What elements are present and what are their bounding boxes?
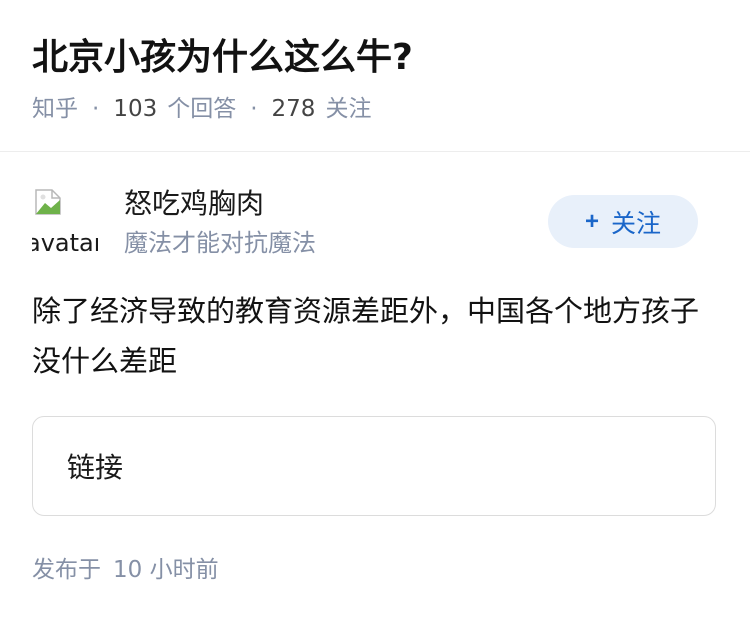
separator-dot: · xyxy=(92,96,100,122)
answer-content: 除了经济导致的教育资源差距外，中国各个地方孩子没什么差距 xyxy=(32,294,700,378)
follow-button[interactable]: + 关注 xyxy=(548,195,698,248)
publish-time: 发布于 10 小时前 xyxy=(32,553,219,587)
follow-button-label: 关注 xyxy=(611,209,662,238)
question-meta: 知乎 · 103 个回答 · 278 关注 xyxy=(32,92,371,126)
answer-count: 103 xyxy=(113,96,158,122)
link-card-label: 链接 xyxy=(67,451,124,484)
question-title[interactable]: 北京小孩为什么这么牛? xyxy=(32,36,413,80)
follower-count: 278 xyxy=(271,96,316,122)
plus-icon: + xyxy=(584,207,599,235)
author-name[interactable]: 怒吃鸡胸肉 xyxy=(124,186,264,222)
separator-dot: · xyxy=(250,96,258,122)
broken-image-icon xyxy=(35,189,61,215)
answer-count-label: 个回答 xyxy=(167,96,237,122)
follower-count-label: 关注 xyxy=(325,96,372,122)
answer-page: 北京小孩为什么这么牛? 知乎 · 103 个回答 · 278 关注 avatar… xyxy=(0,0,750,620)
source-label[interactable]: 知乎 xyxy=(32,92,78,126)
link-card[interactable]: 链接 xyxy=(32,416,716,516)
author-bio: 魔法才能对抗魔法 xyxy=(124,229,316,257)
publish-prefix: 发布于 xyxy=(32,557,101,583)
avatar-alt-text: avatar xyxy=(32,229,98,256)
avatar[interactable]: avatar xyxy=(32,186,98,256)
question-header: 北京小孩为什么这么牛? 知乎 · 103 个回答 · 278 关注 xyxy=(0,0,750,152)
publish-time-value: 10 小时前 xyxy=(113,557,219,583)
